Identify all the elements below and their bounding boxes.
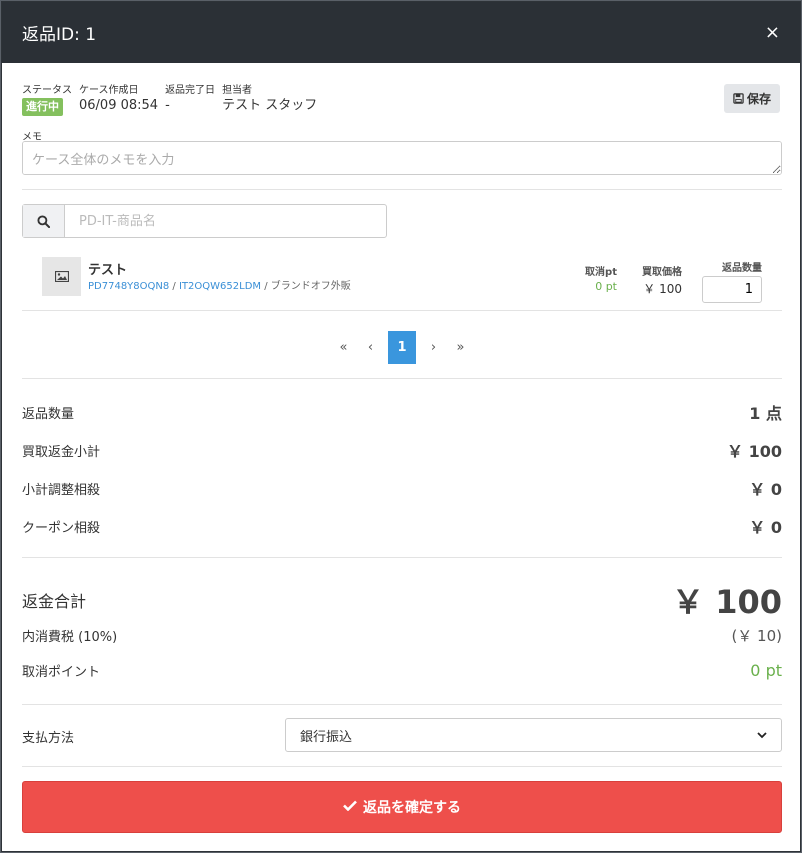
status-label: ステータス xyxy=(22,85,72,96)
price-column: 買取価格 ￥ 100 xyxy=(642,263,682,297)
qty-input[interactable] xyxy=(702,276,762,303)
subtotal-label: 買取返金小計 xyxy=(22,444,101,460)
divider xyxy=(22,704,782,705)
adjust-value: ￥ 0 xyxy=(749,480,782,499)
divider xyxy=(22,766,782,767)
brand-name: ブランドオフ外販 xyxy=(270,281,351,292)
summary-qty-row: 返品数量 1 点 xyxy=(22,400,782,424)
code-separator: / xyxy=(261,281,271,292)
tax-label: 内消費税 (10%) xyxy=(22,630,118,645)
search-icon[interactable] xyxy=(23,205,65,237)
product-code-link[interactable]: PD7748Y8OQN8 xyxy=(88,281,169,292)
memo-textarea[interactable] xyxy=(22,141,782,175)
image-icon xyxy=(42,257,81,296)
confirm-label: 返品を確定する xyxy=(363,800,461,816)
return-modal: 返品ID: 1 × ステータス 進行中 ケース作成日 06/09 08:54 返… xyxy=(1,1,801,852)
divider xyxy=(22,310,782,311)
chevron-down-icon xyxy=(757,728,767,743)
staff-label: 担当者 xyxy=(222,85,253,96)
page-1-button[interactable]: 1 xyxy=(388,331,416,364)
total-row: 返金合計 ￥ 100 xyxy=(22,577,782,623)
created-label: ケース作成日 xyxy=(79,85,139,96)
qty-label: 返品数量 xyxy=(722,263,762,274)
search-input[interactable] xyxy=(65,205,386,237)
product-search xyxy=(22,204,387,238)
adjust-row: 小計調整相殺 ￥ 0 xyxy=(22,476,782,500)
divider xyxy=(22,378,782,379)
status-column: ステータス 進行中 xyxy=(22,85,72,116)
payment-label: 支払方法 xyxy=(22,731,75,746)
code-separator: / xyxy=(169,281,179,292)
modal-header: 返品ID: 1 × xyxy=(2,2,800,63)
summary-qty-value: 1 点 xyxy=(749,404,782,423)
case-meta: ステータス 進行中 ケース作成日 06/09 08:54 返品完了日 - 担当者… xyxy=(22,85,324,116)
cancel-pt-value: 0 pt xyxy=(595,280,617,293)
modal-title: 返品ID: 1 xyxy=(22,25,97,45)
qty-column: 返品数量 xyxy=(702,259,762,303)
item-codes: PD7748Y8OQN8 / IT2OQW652LDM / ブランドオフ外販 xyxy=(88,277,351,292)
return-item-row: テスト PD7748Y8OQN8 / IT2OQW652LDM / ブランドオフ… xyxy=(22,255,782,305)
divider xyxy=(22,189,782,190)
item-name: テスト xyxy=(88,263,128,278)
tax-value: (￥ 10) xyxy=(731,627,782,645)
first-page-button[interactable]: « xyxy=(330,331,357,364)
subtotal-value: ￥ 100 xyxy=(727,442,782,461)
payment-method-value: 銀行振込 xyxy=(300,729,353,745)
staff-column: 担当者 テスト スタッフ xyxy=(222,85,317,116)
pagination: « ‹ 1 › » xyxy=(2,331,802,364)
price-label: 買取価格 xyxy=(642,267,682,278)
last-page-button[interactable]: » xyxy=(447,331,474,364)
subtotal-row: 買取返金小計 ￥ 100 xyxy=(22,438,782,462)
save-button[interactable]: 保存 xyxy=(723,84,780,113)
points-row: 取消ポイント 0 pt xyxy=(22,661,782,680)
created-value: 06/09 08:54 xyxy=(79,98,159,113)
tax-row: 内消費税 (10%) (￥ 10) xyxy=(22,625,782,646)
coupon-label: クーポン相殺 xyxy=(22,520,101,536)
close-icon[interactable]: × xyxy=(765,22,780,43)
payment-method-select[interactable]: 銀行振込 xyxy=(285,718,782,752)
cancel-pt-column: 取消pt 0 pt xyxy=(585,263,617,293)
total-value: ￥ 100 xyxy=(672,583,782,621)
total-label: 返金合計 xyxy=(22,592,87,611)
adjust-label: 小計調整相殺 xyxy=(22,482,101,498)
done-value: - xyxy=(165,98,170,113)
payment-label-row: 支払方法 xyxy=(22,727,282,746)
coupon-row: クーポン相殺 ￥ 0 xyxy=(22,514,782,538)
next-page-button[interactable]: › xyxy=(420,331,447,364)
prev-page-button[interactable]: ‹ xyxy=(357,331,384,364)
save-label: 保存 xyxy=(746,92,771,106)
price-value: ￥ 100 xyxy=(643,282,682,296)
item-code-link[interactable]: IT2OQW652LDM xyxy=(179,281,261,292)
cancel-pt-label: 取消pt xyxy=(585,267,617,278)
coupon-value: ￥ 0 xyxy=(749,518,782,537)
created-column: ケース作成日 06/09 08:54 xyxy=(79,85,158,116)
check-icon xyxy=(343,799,357,815)
confirm-return-button[interactable]: 返品を確定する xyxy=(22,781,782,833)
status-badge: 進行中 xyxy=(22,98,63,116)
done-label: 返品完了日 xyxy=(165,85,216,96)
done-column: 返品完了日 - xyxy=(165,85,215,116)
save-icon xyxy=(732,92,747,106)
summary-qty-label: 返品数量 xyxy=(22,406,75,422)
staff-value: テスト スタッフ xyxy=(222,98,318,113)
points-label: 取消ポイント xyxy=(22,665,101,680)
divider xyxy=(22,557,782,558)
points-value: 0 pt xyxy=(750,661,782,680)
